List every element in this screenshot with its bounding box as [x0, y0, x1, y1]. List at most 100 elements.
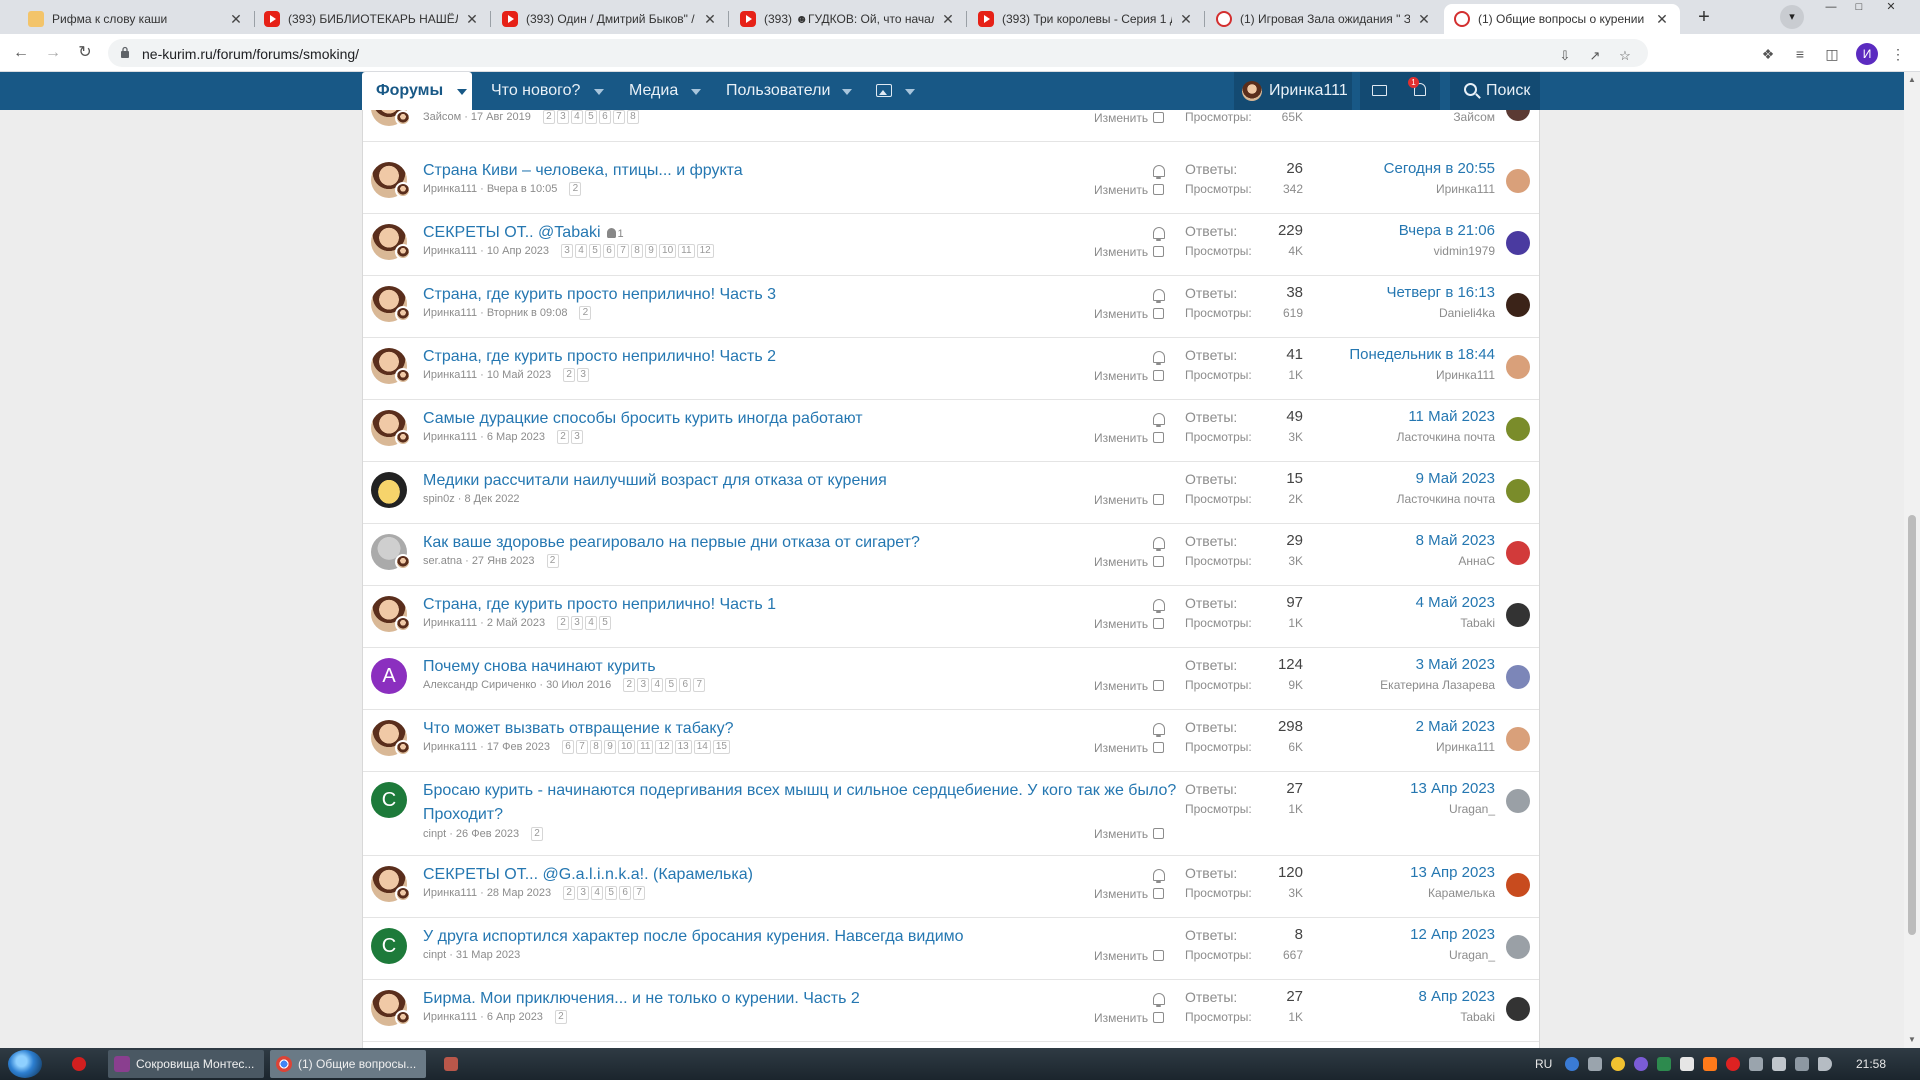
watch-bell-icon[interactable]: [1153, 723, 1165, 737]
last-post-user[interactable]: Uragan_: [1263, 802, 1495, 816]
page-jump-link[interactable]: 3: [556, 110, 569, 125]
page-jump-link[interactable]: 2: [554, 1010, 567, 1025]
page-jump-link[interactable]: 6: [619, 886, 632, 901]
page-jump-link[interactable]: 5: [605, 886, 618, 901]
page-jump-link[interactable]: 6: [679, 678, 692, 693]
watch-bell-icon[interactable]: [1153, 351, 1165, 365]
edit-thread-link[interactable]: Изменить: [1094, 827, 1148, 841]
browser-tab[interactable]: Рифма к слову каши ✕: [18, 4, 254, 34]
select-thread-checkbox[interactable]: [1153, 618, 1164, 629]
last-poster-avatar[interactable]: [1506, 541, 1530, 565]
thread-author[interactable]: Иринка111: [423, 431, 477, 443]
page-jump-link[interactable]: 10: [617, 740, 636, 755]
page-jump-link[interactable]: 4: [585, 616, 598, 631]
thread-author[interactable]: Иринка111: [423, 1011, 477, 1023]
tray-app-icon[interactable]: [1611, 1057, 1625, 1071]
select-thread-checkbox[interactable]: [1153, 370, 1164, 381]
thread-author[interactable]: Иринка111: [423, 887, 477, 899]
last-post-date-link[interactable]: 3 Май 2023: [1263, 656, 1495, 673]
bookmark-star-icon[interactable]: ☆: [1616, 47, 1634, 65]
chevron-down-icon[interactable]: [457, 89, 467, 95]
page-jump-link[interactable]: 2: [569, 182, 582, 197]
page-jump-link[interactable]: 13: [674, 740, 692, 755]
last-post-user[interactable]: АннаС: [1263, 554, 1495, 568]
close-window-icon[interactable]: ✕: [1878, 0, 1904, 16]
thread-start-date[interactable]: Вторник в 09:08: [487, 307, 568, 319]
scroll-thumb[interactable]: [1908, 515, 1916, 935]
minimize-icon[interactable]: —: [1818, 0, 1844, 16]
page-jump-link[interactable]: 6: [603, 244, 616, 259]
edit-thread-link[interactable]: Изменить: [1094, 887, 1148, 901]
thread-author[interactable]: Иринка111: [423, 741, 477, 753]
edit-thread-link[interactable]: Изменить: [1094, 307, 1148, 321]
author-avatar[interactable]: C: [371, 928, 407, 964]
page-jump-link[interactable]: 3: [561, 244, 574, 259]
page-jump-link[interactable]: 5: [584, 110, 597, 125]
tab-search-icon[interactable]: ▾: [1780, 5, 1804, 29]
page-jump-link[interactable]: 2: [531, 827, 544, 842]
last-post-user[interactable]: Tabaki: [1263, 1010, 1495, 1024]
nav-users[interactable]: Пользователи: [726, 72, 830, 110]
thread-start-date[interactable]: 6 Мар 2023: [487, 431, 545, 443]
page-jump-link[interactable]: 2: [579, 306, 592, 321]
tray-app-icon[interactable]: [1680, 1057, 1694, 1071]
menu-kebab-icon[interactable]: ⋮: [1888, 44, 1908, 64]
thread-title-link[interactable]: Почему снова начинают курить: [423, 655, 1183, 679]
browser-tab[interactable]: (393) ☻ГУДКОВ: Ой, что начало ✕: [730, 4, 966, 34]
watch-bell-icon[interactable]: [1153, 869, 1165, 883]
thread-title-link[interactable]: Страна, где курить просто неприлично! Ча…: [423, 593, 1183, 617]
edit-thread-link[interactable]: Изменить: [1094, 1011, 1148, 1025]
scroll-down-icon[interactable]: ▼: [1908, 1036, 1916, 1044]
thread-title-link[interactable]: СЕКРЕТЫ ОТ... @G.a.l.i.n.k.a!. (Карамель…: [423, 863, 1183, 887]
thread-author[interactable]: cinpt: [423, 949, 446, 961]
chevron-down-icon[interactable]: [594, 89, 604, 95]
close-tab-icon[interactable]: ✕: [702, 11, 718, 28]
browser-tab[interactable]: (393) Три королевы - Серия 1 д ✕: [968, 4, 1204, 34]
chevron-down-icon[interactable]: [842, 89, 852, 95]
page-jump-link[interactable]: 7: [617, 244, 630, 259]
browser-tab[interactable]: (393) Один / Дмитрий Быков" / ✕: [492, 4, 728, 34]
page-jump-link[interactable]: 7: [612, 110, 625, 125]
page-jump-link[interactable]: 6: [598, 110, 611, 125]
gallery-icon[interactable]: [876, 84, 892, 97]
select-thread-checkbox[interactable]: [1153, 184, 1164, 195]
page-jump-link[interactable]: 4: [591, 886, 604, 901]
edit-thread-link[interactable]: Изменить: [1094, 493, 1148, 507]
thread-author[interactable]: Зайсом: [423, 111, 461, 123]
page-jump-link[interactable]: 6: [561, 740, 574, 755]
author-avatar[interactable]: C: [371, 782, 407, 818]
page-jump-link[interactable]: 2: [557, 616, 570, 631]
tray-app-icon[interactable]: [1772, 1057, 1786, 1071]
last-poster-avatar[interactable]: [1506, 997, 1530, 1021]
thread-title-link[interactable]: Страна, где курить просто неприлично! Ча…: [423, 283, 1183, 307]
nav-whats-new[interactable]: Что нового?: [491, 72, 580, 110]
forward-icon[interactable]: →: [42, 43, 64, 65]
thread-start-date[interactable]: 17 Фев 2023: [487, 741, 550, 753]
page-jump-link[interactable]: 8: [626, 110, 639, 125]
last-poster-avatar[interactable]: [1506, 355, 1530, 379]
thread-start-date[interactable]: Вчера в 10:05: [487, 183, 558, 195]
thread-start-date[interactable]: 30 Июл 2016: [546, 679, 611, 691]
thread-author[interactable]: cinpt: [423, 828, 446, 840]
watch-bell-icon[interactable]: [1153, 165, 1165, 179]
edit-thread-link[interactable]: Изменить: [1094, 679, 1148, 693]
opera-tray-icon[interactable]: [1726, 1057, 1740, 1071]
reading-list-icon[interactable]: ≡: [1790, 44, 1810, 64]
share-icon[interactable]: ↗: [1586, 47, 1604, 65]
nav-forums[interactable]: Форумы: [362, 72, 472, 110]
page-jump-link[interactable]: 2: [563, 368, 576, 383]
last-post-date-link[interactable]: 11 Май 2023: [1263, 408, 1495, 425]
maximize-icon[interactable]: □: [1846, 0, 1872, 16]
watch-bell-icon[interactable]: [1153, 537, 1165, 551]
last-post-user[interactable]: Карамелька: [1263, 886, 1495, 900]
watch-bell-icon[interactable]: [1153, 599, 1165, 613]
close-tab-icon[interactable]: ✕: [1178, 11, 1194, 28]
page-jump-link[interactable]: 2: [563, 886, 576, 901]
edit-thread-link[interactable]: Изменить: [1094, 617, 1148, 631]
pinned-app-icon[interactable]: [444, 1057, 458, 1071]
last-post-user[interactable]: Зайсом: [1263, 110, 1495, 124]
alerts-button[interactable]: 1: [1400, 72, 1440, 110]
page-jump-link[interactable]: 3: [637, 678, 650, 693]
author-avatar[interactable]: [371, 472, 407, 508]
close-tab-icon[interactable]: ✕: [1416, 11, 1432, 28]
